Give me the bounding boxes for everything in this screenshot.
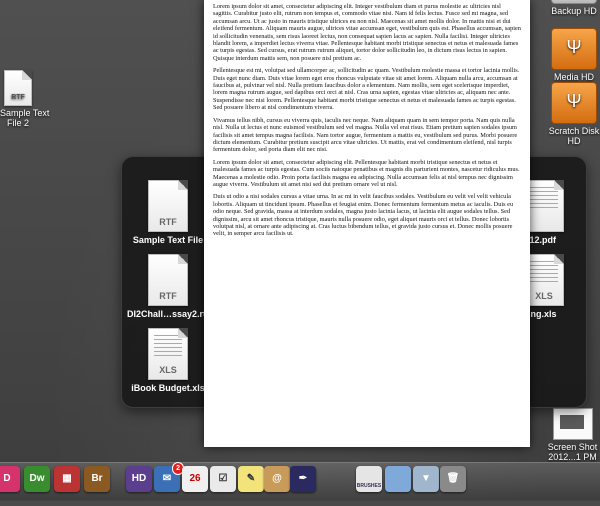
- rtf-file-icon: RTF: [148, 254, 188, 306]
- bridge-icon: Br: [91, 473, 103, 484]
- dock-downloads-folder[interactable]: ▼: [413, 466, 439, 492]
- calendar-icon: 26: [189, 473, 201, 484]
- notepad-icon: ✎: [246, 473, 256, 484]
- stack-item-label: iBook Budget.xls: [131, 383, 205, 393]
- dock-app-d[interactable]: D: [0, 466, 20, 492]
- document-paragraph: Pellentesque est mi, volutpat sed ullamc…: [213, 67, 520, 112]
- stack-item-ibook-budget[interactable]: XLS iBook Budget.xls: [123, 328, 213, 393]
- screenshot-label: Screen Shot 2012...1 PM: [547, 442, 598, 462]
- dock-dreamweaver[interactable]: Dw: [24, 466, 50, 492]
- screenshot-thumbnail-icon: [552, 408, 593, 440]
- desktop-drive-media-hd[interactable]: Ψ Media HD: [548, 28, 600, 82]
- firewire-drive-icon: Ψ: [551, 82, 597, 124]
- pen-icon: ✒: [298, 473, 308, 484]
- desktop-file-screen-shot[interactable]: Screen Shot 2012...1 PM: [545, 408, 600, 462]
- document-body: Lorem ipsum dolor sit amet, consectetur …: [204, 0, 530, 238]
- downloads-icon: ▼: [421, 473, 431, 484]
- dock-mail[interactable]: ✉ 2: [154, 462, 184, 492]
- stack-item-di2chall-essay[interactable]: RTF DI2Chall…ssay2.rtf: [123, 254, 213, 319]
- quick-look-document-preview[interactable]: Lorem ipsum dolor sit amet, consectetur …: [204, 0, 530, 447]
- dock-reminders[interactable]: ☑: [210, 466, 236, 492]
- dock-acrobat-doc[interactable]: ▦: [54, 466, 80, 492]
- dock-contacts[interactable]: @: [264, 466, 290, 492]
- firewire-icon: Ψ: [566, 91, 582, 111]
- desktop-drive-scratch-disk-hd[interactable]: Ψ Scratch Disk HD: [548, 82, 600, 146]
- drive-label: Scratch Disk HD: [548, 126, 600, 146]
- document-preview: [530, 187, 558, 209]
- firewire-icon: Ψ: [566, 37, 582, 57]
- document-paragraph: Lorem ipsum dolor sit amet, consectetur …: [213, 158, 520, 188]
- address-book-icon: @: [272, 473, 282, 484]
- desktop-file-label: Sample Text File 2: [0, 108, 49, 128]
- desktop-drive-backup-hd[interactable]: Backup HD: [548, 0, 600, 16]
- dock-app-d-icon: D: [3, 473, 11, 484]
- rtf-file-icon: RTF: [4, 70, 32, 106]
- mail-icon: ✉: [162, 473, 172, 484]
- firewire-drive-icon: Ψ: [551, 28, 597, 70]
- xls-file-icon: XLS: [148, 328, 188, 380]
- dock-calendar[interactable]: 26: [182, 466, 208, 492]
- drive-label: Media HD: [553, 72, 594, 82]
- stack-item-label: DI2Chall…ssay2.rtf: [126, 309, 210, 319]
- hd-app-icon: HD: [131, 473, 147, 484]
- dock-bridge[interactable]: Br: [84, 466, 110, 492]
- stack-item-sample-text-file[interactable]: RTF Sample Text File: [123, 180, 213, 245]
- dock-trash[interactable]: 🗑: [440, 466, 466, 492]
- document-paragraph: Lorem ipsum dolor sit amet, consectetur …: [213, 3, 521, 62]
- brushes-label: BRUSHES: [356, 483, 382, 489]
- dock-pen-app[interactable]: ✒: [290, 466, 316, 492]
- stack-item-label: Sample Text File: [132, 235, 204, 245]
- rtf-file-icon: RTF: [148, 180, 188, 232]
- dock-notes[interactable]: ✎: [238, 466, 264, 492]
- dock-brushes[interactable]: BRUSHES: [356, 466, 382, 492]
- document-paragraph: Vivamus tellus nibh, cursus eu viverra q…: [213, 116, 518, 154]
- hard-drive-icon: [551, 0, 597, 4]
- checklist-icon: ☑: [218, 473, 228, 484]
- dock-documents-folder[interactable]: [385, 466, 411, 492]
- spreadsheet-preview: [154, 335, 182, 357]
- dreamweaver-icon: Dw: [29, 473, 45, 484]
- trash-icon: 🗑: [446, 473, 460, 484]
- pdf-file-icon: [524, 180, 564, 232]
- dock-hd-app[interactable]: HD: [126, 466, 152, 492]
- spreadsheet-preview: [530, 261, 558, 283]
- document-icon: ▦: [62, 473, 72, 484]
- drive-label: Backup HD: [551, 6, 597, 16]
- document-paragraph: Duis ut odio a nisi sodales cursus a vit…: [213, 193, 514, 238]
- xls-file-icon: XLS: [524, 254, 564, 306]
- desktop-file-sample-text-file-2[interactable]: RTF Sample Text File 2: [0, 70, 49, 128]
